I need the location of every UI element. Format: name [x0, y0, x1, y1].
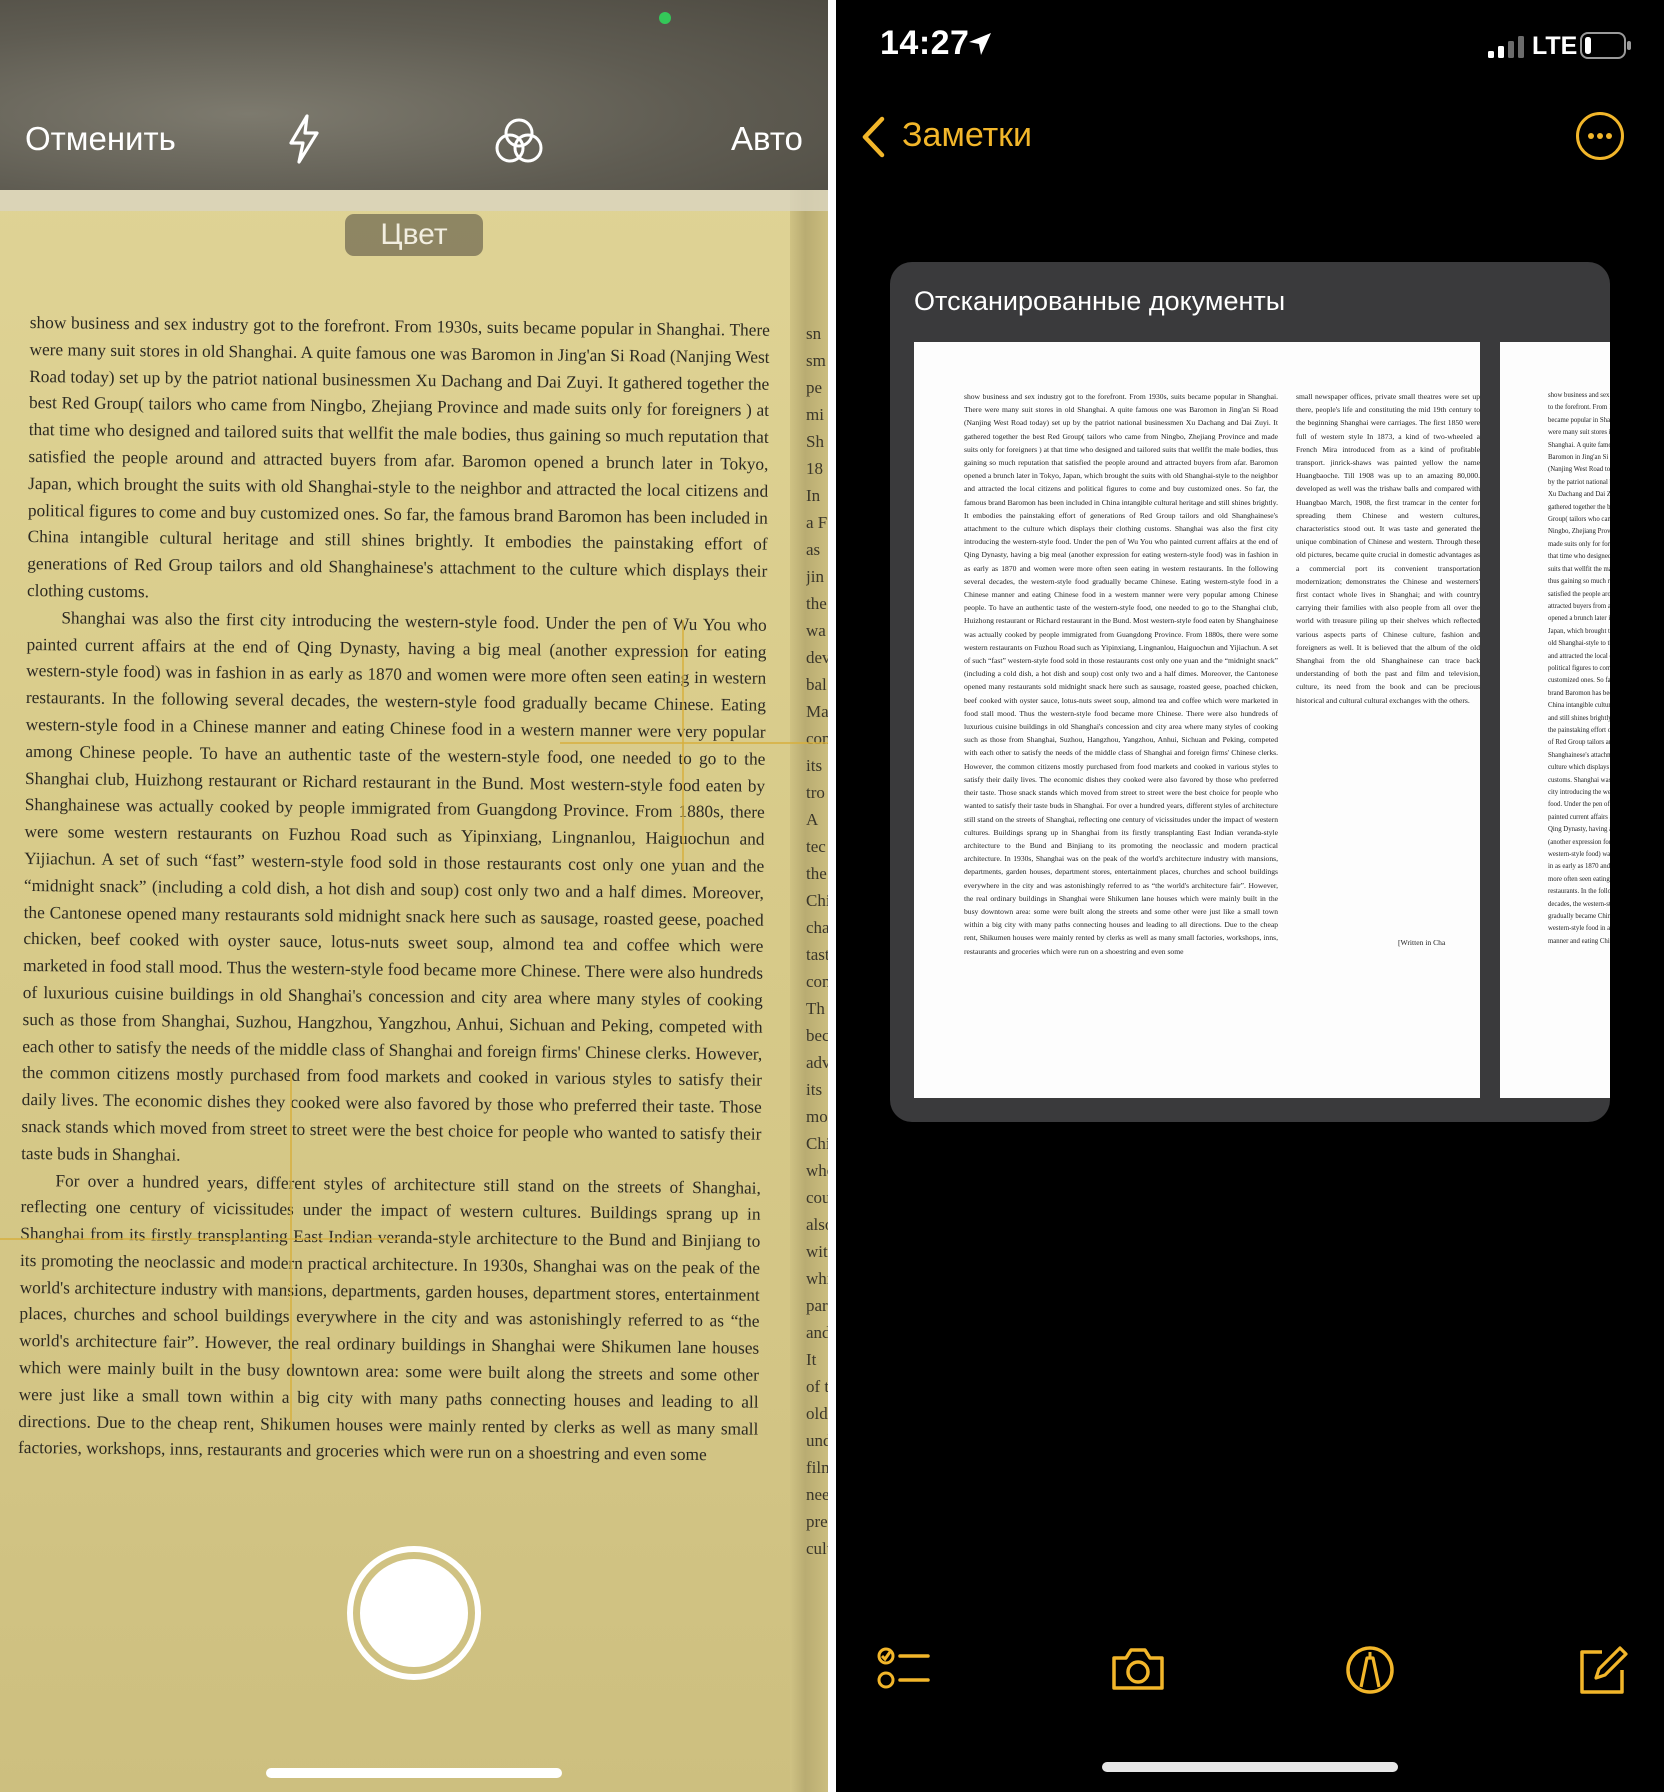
notes-toolbar: [836, 1640, 1664, 1720]
adjacent-page-fragment: mi: [806, 405, 824, 424]
markup-icon[interactable]: [1340, 1640, 1400, 1700]
camera-indicator-dot: [659, 12, 671, 24]
adjacent-page-fragment: sn: [806, 324, 822, 343]
adjacent-page-fragment: and: [806, 1323, 828, 1342]
adjacent-page-fragment: the: [806, 864, 827, 883]
scan-thumbnail[interactable]: show business and sex industry got to th…: [914, 342, 1480, 1098]
adjacent-page-fragment: pe: [806, 378, 823, 397]
auto-capture-button[interactable]: Авто: [731, 120, 803, 158]
thumbnail-left-column: show business and sex industry got to th…: [1548, 390, 1610, 950]
adjacent-page-fragment: sm: [806, 351, 826, 370]
thumbnail-left-column: show business and sex industry got to th…: [964, 390, 1278, 960]
camera-scanner-view: show business and sex industry got to th…: [0, 0, 828, 1792]
adjacent-page-fragment: as: [806, 540, 821, 559]
adjacent-page-fragment: Ma: [806, 702, 828, 721]
adjacent-page-fragment: cha: [806, 918, 828, 937]
adjacent-page-fragment: In: [806, 486, 821, 505]
split-divider: [828, 0, 836, 1792]
adjacent-page-fragment: bec: [806, 1026, 828, 1045]
home-indicator[interactable]: [1102, 1762, 1398, 1772]
cancel-button[interactable]: Отменить: [25, 120, 176, 158]
adjacent-page-fragment: dev: [806, 648, 828, 667]
location-arrow-icon: [969, 33, 991, 55]
adjacent-page-fragment: adv: [806, 1053, 828, 1072]
camera-top-area: [0, 0, 828, 190]
adjacent-page-fragment: old: [806, 1404, 828, 1423]
adjacent-page-fragment: Th: [806, 999, 825, 1018]
thumbnail-text: For over a hundred years, different styl…: [964, 801, 1278, 956]
adjacent-page-text: sn sm pe mi Sh 18 In a F as jin the wa dev bal Ma con it…: [806, 320, 828, 1562]
document-paragraph: Shanghai was also the first city introdu…: [21, 608, 767, 1165]
adjacent-page-fragment: with: [806, 1242, 828, 1261]
more-dot: [1606, 133, 1612, 139]
adjacent-page-fragment: part: [806, 1296, 828, 1315]
more-options-button[interactable]: [1576, 112, 1624, 160]
adjacent-page-fragment: whi: [806, 1269, 828, 1288]
document-paragraph: show business and sex industry got to th…: [26, 312, 770, 602]
detection-guide-line: [0, 1238, 400, 1240]
adjacent-page-fragment: Sh: [806, 432, 824, 451]
scan-thumbnail[interactable]: show business and sex industry got to th…: [1500, 342, 1610, 1098]
adjacent-page-fragment: 18: [806, 459, 823, 478]
adjacent-page-fragment: jin: [806, 567, 824, 586]
status-time: 14:27: [880, 24, 970, 62]
adjacent-page-fragment: con: [806, 729, 828, 748]
detection-guide-line: [682, 620, 684, 870]
home-indicator[interactable]: [266, 1768, 562, 1778]
adjacent-page-fragment: con: [806, 972, 828, 991]
adjacent-page-fragment: who: [806, 1161, 828, 1180]
scanned-documents-card[interactable]: Отсканированные документы show business …: [890, 262, 1610, 1122]
thumbnail-text: small newspaper offices, private small t…: [1296, 392, 1480, 705]
shutter-button[interactable]: [347, 1546, 481, 1680]
adjacent-page-fragment: und: [806, 1431, 828, 1450]
adjacent-page-fragment: prec: [806, 1512, 828, 1531]
thumbnail-text: show business and sex industry got to th…: [964, 392, 1278, 534]
adjacent-page-fragment: Chi: [806, 1134, 828, 1153]
flash-icon[interactable]: [286, 114, 322, 164]
notes-app-view: 14:27 LTE Заметки Отсканированные докуме…: [836, 0, 1664, 1792]
network-type: LTE: [1532, 32, 1578, 60]
document-paragraph: For over a hundred years, different styl…: [17, 1170, 761, 1465]
detection-guide-line: [290, 1070, 292, 1430]
adjacent-page-fragment: film: [806, 1458, 828, 1477]
adjacent-page-fragment: wa: [806, 621, 826, 640]
adjacent-page-fragment: tast: [806, 945, 828, 964]
detection-guide-line: [560, 742, 828, 744]
compose-icon[interactable]: [1572, 1640, 1632, 1700]
adjacent-page-fragment: Chi: [806, 891, 828, 910]
thumbnail-text: Shanghai was also the first city introdu…: [1548, 776, 1610, 945]
adjacent-page-fragment: need: [806, 1485, 828, 1504]
battery-icon: [1580, 32, 1631, 59]
adjacent-page-fragment: also: [806, 1215, 828, 1234]
filters-icon[interactable]: [494, 116, 544, 166]
shutter-button-inner: [360, 1559, 468, 1667]
adjacent-page-fragment: A: [806, 810, 819, 829]
adjacent-page-fragment: It: [806, 1350, 817, 1369]
back-button[interactable]: Заметки: [902, 116, 1032, 155]
adjacent-page-fragment: tec: [806, 837, 826, 856]
thumbnail-signature: [Written in Cha: [1398, 938, 1446, 947]
scanned-document-text: show business and sex industry got to th…: [18, 310, 770, 1470]
filter-badge: Цвет: [345, 214, 483, 256]
more-dot: [1588, 133, 1594, 139]
thumbnail-text: show business and sex industry got to th…: [1548, 392, 1610, 784]
camera-icon[interactable]: [1108, 1640, 1168, 1700]
chevron-left-icon[interactable]: [860, 116, 886, 158]
adjacent-page-fragment: the: [806, 594, 827, 613]
adjacent-page-fragment: a F: [806, 513, 828, 532]
thumbnail-right-column: small newspaper offices, private small t…: [1296, 390, 1480, 930]
cellular-signal-icon: [1488, 36, 1524, 58]
scanned-documents-title: Отсканированные документы: [914, 286, 1286, 316]
adjacent-page-fragment: of t: [806, 1377, 828, 1396]
adjacent-page-fragment: its: [806, 1080, 823, 1099]
adjacent-page-fragment: its: [806, 756, 823, 775]
adjacent-page-fragment: bal: [806, 675, 827, 694]
adjacent-page-fragment: cou: [806, 1188, 828, 1207]
checklist-icon[interactable]: [876, 1640, 936, 1700]
adjacent-page-fragment: mod: [806, 1107, 828, 1126]
adjacent-page-fragment: tro: [806, 783, 825, 802]
adjacent-page-fragment: cult: [806, 1539, 828, 1558]
more-dot: [1597, 133, 1603, 139]
thumbnail-text: Shanghai was also the first city introdu…: [964, 524, 1278, 811]
